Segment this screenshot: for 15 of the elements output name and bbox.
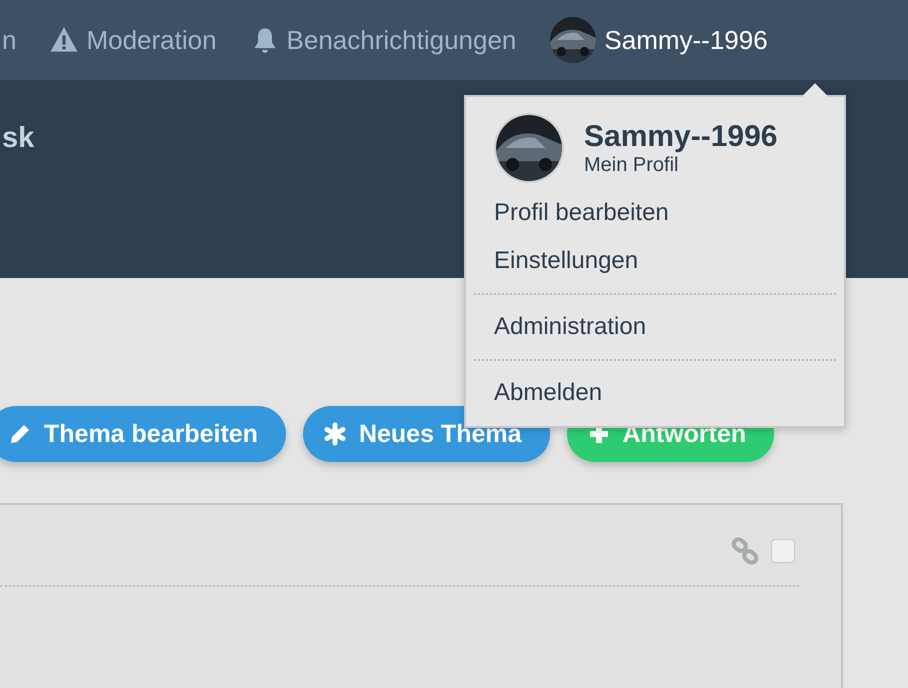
user-menu-link[interactable]: Sammy--1996: [550, 17, 768, 63]
pencil-icon: [8, 422, 32, 446]
user-name: Sammy--1996: [584, 120, 778, 154]
nav-link[interactable]: n: [2, 24, 16, 56]
link-icon[interactable]: [731, 537, 759, 565]
page-title: sk: [2, 122, 34, 155]
menu-item[interactable]: Administration: [494, 303, 836, 351]
nav-link[interactable]: Moderation: [50, 24, 217, 56]
menu-item[interactable]: Profil bearbeiten: [494, 189, 836, 237]
nav-link[interactable]: Benachrichtigungen: [250, 24, 516, 56]
checkbox[interactable]: [771, 539, 795, 563]
asterisk-icon: [322, 422, 347, 446]
profile-link[interactable]: Mein Profil: [584, 154, 778, 176]
warning-icon: [50, 26, 78, 54]
menu-item[interactable]: Einstellungen: [494, 237, 836, 285]
